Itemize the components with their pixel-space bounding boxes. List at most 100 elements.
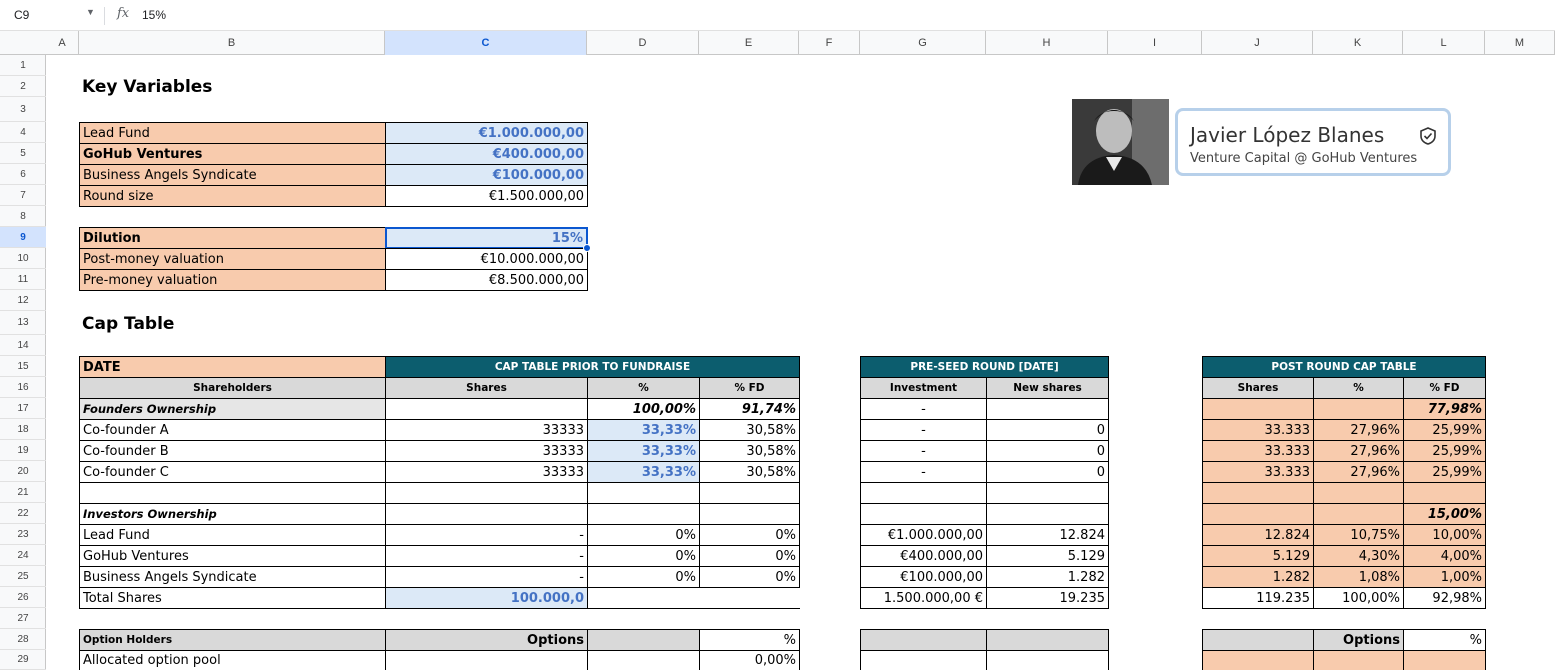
row-header-7[interactable]: 7 (0, 185, 46, 206)
cell-empty[interactable] (1202, 650, 1314, 670)
investor-shares[interactable]: - (385, 566, 588, 588)
cell-empty[interactable] (1313, 503, 1404, 525)
row-header-14[interactable]: 14 (0, 335, 46, 356)
cell-empty[interactable] (860, 482, 987, 504)
column-header-a[interactable]: A (46, 31, 79, 55)
founder-post-pct[interactable]: 27,96% (1313, 440, 1404, 462)
post-options-header[interactable]: Options (1313, 629, 1404, 651)
cell-empty[interactable] (587, 650, 700, 670)
investor-name[interactable]: GoHub Ventures (79, 545, 386, 567)
cell-empty[interactable] (587, 587, 700, 609)
kv-value-gohub[interactable]: €400.000,00 (385, 143, 588, 165)
row-header-8[interactable]: 8 (0, 206, 46, 227)
cell-empty[interactable] (385, 650, 588, 670)
investor-post-pct[interactable]: 1,08% (1313, 566, 1404, 588)
cell-empty[interactable] (1313, 650, 1404, 670)
cell-empty[interactable] (79, 482, 386, 504)
row-header-29[interactable]: 29 (0, 650, 46, 670)
total-investment[interactable]: 1.500.000,00 € (860, 587, 987, 609)
row-header-28[interactable]: 28 (0, 629, 46, 650)
pct-fd-header[interactable]: % FD (699, 377, 800, 399)
investor-new-shares[interactable]: 1.282 (986, 566, 1109, 588)
kv-value-post_money[interactable]: €10.000.000,00 (385, 248, 588, 270)
new-shares-header[interactable]: New shares (986, 377, 1109, 399)
cell-empty[interactable] (699, 587, 800, 609)
investor-investment[interactable]: €400.000,00 (860, 545, 987, 567)
cell-empty[interactable] (385, 503, 588, 525)
investor-post-pct-fd[interactable]: 1,00% (1403, 566, 1486, 588)
kv-value-angels[interactable]: €100.000,00 (385, 164, 588, 186)
column-header-m[interactable]: M (1485, 31, 1555, 55)
column-header-h[interactable]: H (986, 31, 1108, 55)
founder-post-pct-fd[interactable]: 25,99% (1403, 440, 1486, 462)
selection-fill-handle[interactable] (583, 244, 591, 252)
row-header-21[interactable]: 21 (0, 482, 46, 503)
cell-empty[interactable] (1202, 398, 1314, 420)
investor-shares[interactable]: - (385, 524, 588, 546)
row-header-24[interactable]: 24 (0, 545, 46, 566)
option-row-name[interactable]: Allocated option pool (79, 650, 386, 670)
cell-empty[interactable] (385, 398, 588, 420)
founder-post-shares[interactable]: 33.333 (1202, 419, 1314, 441)
total-new-shares[interactable]: 19.235 (986, 587, 1109, 609)
cell-empty[interactable] (860, 650, 987, 670)
cell-empty[interactable] (699, 482, 800, 504)
row-header-12[interactable]: 12 (0, 290, 46, 311)
row-header-17[interactable]: 17 (0, 398, 46, 419)
cell-empty[interactable] (986, 398, 1109, 420)
date-label[interactable]: DATE (79, 356, 386, 378)
cell-empty[interactable] (587, 503, 700, 525)
investor-post-shares[interactable]: 5.129 (1202, 545, 1314, 567)
investment-header[interactable]: Investment (860, 377, 987, 399)
investor-pct-fd[interactable]: 0% (699, 524, 800, 546)
row-header-20[interactable]: 20 (0, 461, 46, 482)
investor-pct[interactable]: 0% (587, 524, 700, 546)
founder-new-shares[interactable]: 0 (986, 419, 1109, 441)
investor-post-shares[interactable]: 1.282 (1202, 566, 1314, 588)
founder-shares[interactable]: 33333 (385, 440, 588, 462)
founder-new-shares[interactable]: 0 (986, 440, 1109, 462)
cell-empty[interactable] (1403, 650, 1486, 670)
founders-pct[interactable]: 100,00% (587, 398, 700, 420)
shares-header[interactable]: Shares (385, 377, 588, 399)
row-header-9[interactable]: 9 (0, 227, 46, 248)
row-header-26[interactable]: 26 (0, 587, 46, 608)
preseed-header[interactable]: PRE-SEED ROUND [DATE] (860, 356, 1109, 378)
post-options-pct-header[interactable]: % (1403, 629, 1486, 651)
founder-post-pct-fd[interactable]: 25,99% (1403, 461, 1486, 483)
investor-new-shares[interactable]: 12.824 (986, 524, 1109, 546)
option-holders-label[interactable]: Option Holders (79, 629, 386, 651)
founder-post-pct[interactable]: 27,96% (1313, 461, 1404, 483)
prior-header[interactable]: CAP TABLE PRIOR TO FUNDRAISE (385, 356, 800, 378)
column-header-k[interactable]: K (1313, 31, 1403, 55)
row-header-22[interactable]: 22 (0, 503, 46, 524)
founder-name[interactable]: Co-founder C (79, 461, 386, 483)
investor-pct-fd[interactable]: 0% (699, 566, 800, 588)
founder-post-pct[interactable]: 27,96% (1313, 419, 1404, 441)
cap-table-title[interactable]: Cap Table (79, 311, 386, 336)
kv-value-lead_fund[interactable]: €1.000.000,00 (385, 122, 588, 144)
investor-shares[interactable]: - (385, 545, 588, 567)
name-box[interactable]: C9 (14, 8, 29, 22)
row-header-15[interactable]: 15 (0, 356, 46, 377)
row-header-4[interactable]: 4 (0, 122, 46, 143)
row-header-25[interactable]: 25 (0, 566, 46, 587)
column-header-c[interactable]: C (385, 31, 587, 55)
founder-pct[interactable]: 33,33% (587, 461, 700, 483)
founder-investment[interactable]: - (860, 461, 987, 483)
cell-empty[interactable] (1202, 629, 1314, 651)
investor-name[interactable]: Business Angels Syndicate (79, 566, 386, 588)
kv-label-round_size[interactable]: Round size (79, 185, 386, 207)
kv-value-dilution[interactable]: 15% (385, 227, 588, 249)
total-label[interactable]: Total Shares (79, 587, 386, 609)
kv-value-round_size[interactable]: €1.500.000,00 (385, 185, 588, 207)
pct-header[interactable]: % (587, 377, 700, 399)
cell-empty[interactable] (1313, 482, 1404, 504)
kv-label-dilution[interactable]: Dilution (79, 227, 386, 249)
row-header-23[interactable]: 23 (0, 524, 46, 545)
investor-post-pct[interactable]: 4,30% (1313, 545, 1404, 567)
post-pct-fd-header[interactable]: % FD (1403, 377, 1486, 399)
founders-investment[interactable]: - (860, 398, 987, 420)
column-header-i[interactable]: I (1108, 31, 1202, 55)
kv-label-gohub[interactable]: GoHub Ventures (79, 143, 386, 165)
